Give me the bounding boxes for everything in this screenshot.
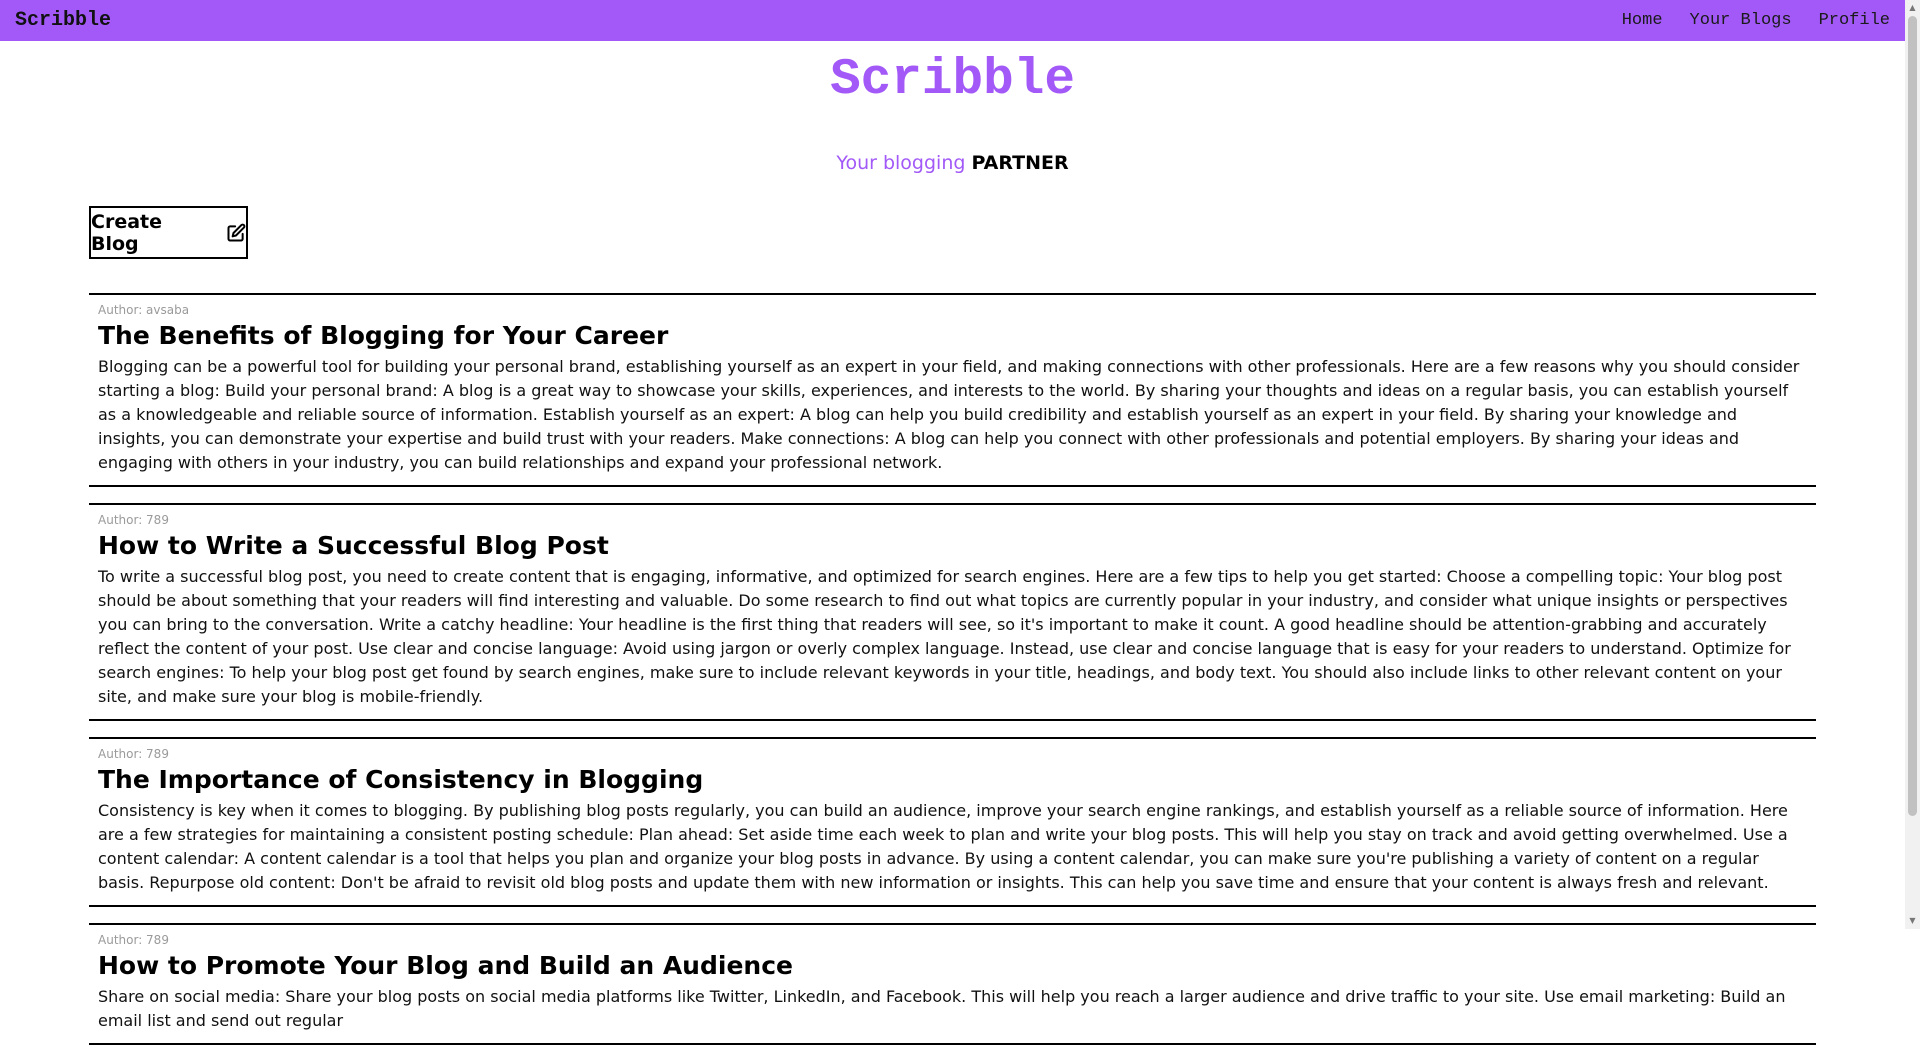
nav-links: Home Your Blogs Profile [1622,11,1890,30]
scroll-up-icon[interactable]: ▲ [1908,3,1917,13]
blog-author: Author: 789 [98,513,169,527]
nav-link-profile[interactable]: Profile [1819,11,1890,30]
blog-body: Blogging can be a powerful tool for buil… [98,357,1800,472]
blog-body: Share on social media: Share your blog p… [98,987,1786,1030]
blog-card[interactable]: Author: 789 The Importance of Consistenc… [89,737,1816,907]
create-blog-button[interactable]: Create Blog [89,206,248,259]
brand-logo[interactable]: Scribble [15,9,111,32]
blog-author: Author: 789 [98,747,169,761]
blog-card[interactable]: Author: 789 How to Promote Your Blog and… [89,923,1816,1045]
edit-icon [227,223,246,241]
blog-author: Author: 789 [98,933,169,947]
scroll-down-icon[interactable]: ▼ [1908,916,1917,926]
blog-card[interactable]: Author: 789 How to Write a Successful Bl… [89,503,1816,721]
tagline: Your blogging PARTNER [0,152,1905,174]
vertical-scrollbar[interactable]: ▲ ▼ [1905,0,1920,929]
blog-body: To write a successful blog post, you nee… [98,567,1791,706]
hero-title: Scribble [830,52,1075,109]
top-navbar: Scribble Home Your Blogs Profile [0,0,1905,41]
blog-title[interactable]: The Importance of Consistency in Bloggin… [98,765,1807,795]
blog-body: Consistency is key when it comes to blog… [98,801,1788,892]
blog-list: Author: avsaba The Benefits of Blogging … [89,293,1816,1061]
create-blog-label: Create Blog [91,210,162,255]
nav-link-home[interactable]: Home [1622,11,1663,30]
blog-title[interactable]: The Benefits of Blogging for Your Career [98,321,1807,351]
blog-author: Author: avsaba [98,303,190,317]
nav-link-your-blogs[interactable]: Your Blogs [1690,11,1792,30]
tagline-strong: PARTNER [971,152,1069,174]
scroll-thumb[interactable] [1908,16,1917,816]
blog-title[interactable]: How to Promote Your Blog and Build an Au… [98,951,1807,981]
blog-card[interactable]: Author: avsaba The Benefits of Blogging … [89,293,1816,487]
blog-title[interactable]: How to Write a Successful Blog Post [98,531,1807,561]
tagline-light: Your blogging [836,152,966,174]
